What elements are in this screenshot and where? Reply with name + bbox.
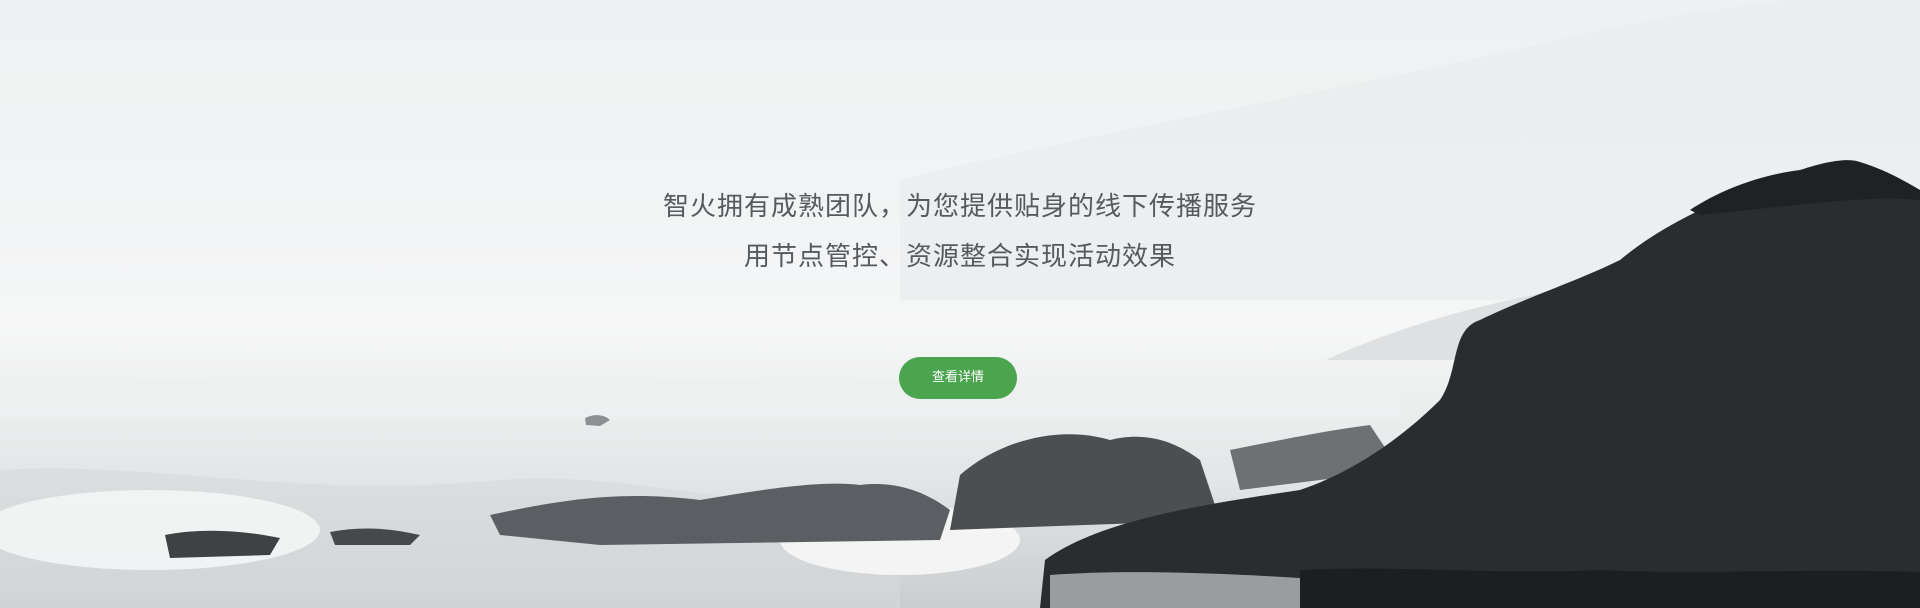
coastline-background-image [0, 0, 1920, 608]
hero-tagline-line1: 智火拥有成熟团队，为您提供贴身的线下传播服务 [662, 192, 1257, 222]
hero-banner: 智火拥有成熟团队，为您提供贴身的线下传播服务 用节点管控、资源整合实现活动效果 … [0, 0, 1920, 608]
hero-tagline-block: 智火拥有成熟团队，为您提供贴身的线下传播服务 用节点管控、资源整合实现活动效果 [0, 182, 1920, 282]
view-details-button[interactable]: 查看详情 [899, 357, 1017, 399]
hero-tagline-line2: 用节点管控、资源整合实现活动效果 [743, 242, 1176, 272]
